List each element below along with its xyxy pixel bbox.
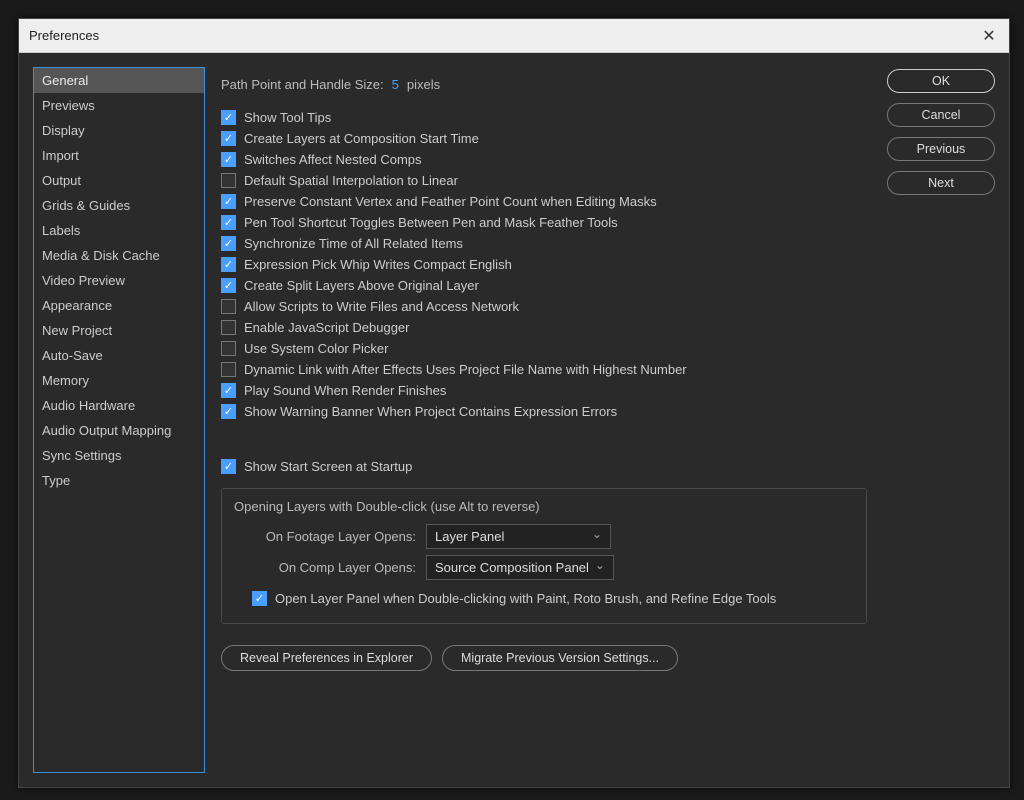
preference-checkbox[interactable]: ✓	[221, 236, 236, 251]
preference-label: Create Layers at Composition Start Time	[244, 131, 479, 146]
preference-checkbox[interactable]	[221, 320, 236, 335]
preference-checkbox[interactable]: ✓	[221, 131, 236, 146]
preference-row: Dynamic Link with After Effects Uses Pro…	[221, 359, 867, 380]
comp-layer-label: On Comp Layer Opens:	[246, 560, 416, 575]
preference-row: Use System Color Picker	[221, 338, 867, 359]
preference-checkbox[interactable]	[221, 299, 236, 314]
sidebar-item-memory[interactable]: Memory	[34, 368, 204, 393]
preference-checkbox[interactable]: ✓	[221, 215, 236, 230]
preference-row: ✓ Create Layers at Composition Start Time	[221, 128, 867, 149]
preference-row: ✓ Switches Affect Nested Comps	[221, 149, 867, 170]
footage-layer-label: On Footage Layer Opens:	[246, 529, 416, 544]
comp-layer-dropdown[interactable]: Source Composition Panel	[426, 555, 614, 580]
reveal-prefs-button[interactable]: Reveal Preferences in Explorer	[221, 645, 432, 671]
ok-button[interactable]: OK	[887, 69, 995, 93]
preference-row: ✓ Preserve Constant Vertex and Feather Po…	[221, 191, 867, 212]
preference-label: Show Tool Tips	[244, 110, 331, 125]
sidebar-item-labels[interactable]: Labels	[34, 218, 204, 243]
sidebar-item-display[interactable]: Display	[34, 118, 204, 143]
preference-label: Preserve Constant Vertex and Feather Poi…	[244, 194, 657, 209]
sidebar-item-type[interactable]: Type	[34, 468, 204, 493]
open-layer-panel-checkbox[interactable]: ✓	[252, 591, 267, 606]
sidebar-item-output[interactable]: Output	[34, 168, 204, 193]
sidebar-item-auto-save[interactable]: Auto-Save	[34, 343, 204, 368]
sidebar-item-appearance[interactable]: Appearance	[34, 293, 204, 318]
preference-label: Dynamic Link with After Effects Uses Pro…	[244, 362, 687, 377]
sidebar-item-audio-output-mapping[interactable]: Audio Output Mapping	[34, 418, 204, 443]
preference-row: ✓ Expression Pick Whip Writes Compact Eng…	[221, 254, 867, 275]
footage-layer-row: On Footage Layer Opens: Layer Panel	[234, 524, 854, 549]
migrate-settings-button[interactable]: Migrate Previous Version Settings...	[442, 645, 678, 671]
settings-column: Path Point and Handle Size: 5 pixels ✓ Sh…	[221, 67, 867, 773]
show-start-screen-checkbox[interactable]: ✓	[221, 459, 236, 474]
main-panel: Path Point and Handle Size: 5 pixels ✓ Sh…	[221, 67, 995, 773]
preference-row: Allow Scripts to Write Files and Access …	[221, 296, 867, 317]
dialog-buttons: OK Cancel Previous Next	[887, 67, 995, 773]
preference-label: Show Warning Banner When Project Contain…	[244, 404, 617, 419]
preferences-window: Preferences ✕ GeneralPreviewsDisplayImpo…	[18, 18, 1010, 788]
preference-checkbox[interactable]: ✓	[221, 257, 236, 272]
preference-row: ✓ Show Warning Banner When Project Contai…	[221, 401, 867, 422]
preference-label: Create Split Layers Above Original Layer	[244, 278, 479, 293]
previous-button[interactable]: Previous	[887, 137, 995, 161]
sidebar-item-video-preview[interactable]: Video Preview	[34, 268, 204, 293]
preference-label: Switches Affect Nested Comps	[244, 152, 422, 167]
sidebar-item-grids-guides[interactable]: Grids & Guides	[34, 193, 204, 218]
preference-label: Enable JavaScript Debugger	[244, 320, 410, 335]
open-layer-panel-label: Open Layer Panel when Double-clicking wi…	[275, 591, 776, 606]
preference-checkbox[interactable]: ✓	[221, 383, 236, 398]
next-button[interactable]: Next	[887, 171, 995, 195]
preference-label: Synchronize Time of All Related Items	[244, 236, 463, 251]
preference-row: ✓ Synchronize Time of All Related Items	[221, 233, 867, 254]
comp-layer-row: On Comp Layer Opens: Source Composition …	[234, 555, 854, 580]
double-click-group-title: Opening Layers with Double-click (use Al…	[234, 499, 854, 514]
sidebar-item-media-disk-cache[interactable]: Media & Disk Cache	[34, 243, 204, 268]
preference-checkbox[interactable]: ✓	[221, 278, 236, 293]
preference-row: ✓ Pen Tool Shortcut Toggles Between Pen a…	[221, 212, 867, 233]
preference-row: ✓ Create Split Layers Above Original Laye…	[221, 275, 867, 296]
preference-checkbox[interactable]: ✓	[221, 152, 236, 167]
preference-checkbox[interactable]: ✓	[221, 194, 236, 209]
footage-layer-dropdown[interactable]: Layer Panel	[426, 524, 611, 549]
window-title: Preferences	[29, 28, 99, 43]
sidebar-item-sync-settings[interactable]: Sync Settings	[34, 443, 204, 468]
preference-label: Pen Tool Shortcut Toggles Between Pen an…	[244, 215, 618, 230]
path-size-row: Path Point and Handle Size: 5 pixels	[221, 67, 867, 92]
show-start-screen-row: ✓ Show Start Screen at Startup	[221, 456, 867, 477]
preference-label: Use System Color Picker	[244, 341, 388, 356]
cancel-button[interactable]: Cancel	[887, 103, 995, 127]
preference-checkbox[interactable]	[221, 362, 236, 377]
preference-label: Default Spatial Interpolation to Linear	[244, 173, 458, 188]
sidebar-item-previews[interactable]: Previews	[34, 93, 204, 118]
open-layer-panel-row: ✓ Open Layer Panel when Double-clicking …	[234, 588, 854, 609]
preference-checkbox[interactable]: ✓	[221, 110, 236, 125]
close-icon[interactable]: ✕	[979, 26, 999, 46]
path-size-label: Path Point and Handle Size:	[221, 77, 384, 92]
preference-label: Expression Pick Whip Writes Compact Engl…	[244, 257, 512, 272]
path-size-unit: pixels	[407, 77, 440, 92]
preference-row: Enable JavaScript Debugger	[221, 317, 867, 338]
preference-label: Allow Scripts to Write Files and Access …	[244, 299, 519, 314]
category-sidebar: GeneralPreviewsDisplayImportOutputGrids …	[33, 67, 205, 773]
preference-row: Default Spatial Interpolation to Linear	[221, 170, 867, 191]
sidebar-item-new-project[interactable]: New Project	[34, 318, 204, 343]
preference-row: ✓ Show Tool Tips	[221, 107, 867, 128]
sidebar-item-import[interactable]: Import	[34, 143, 204, 168]
sidebar-item-audio-hardware[interactable]: Audio Hardware	[34, 393, 204, 418]
show-start-screen-label: Show Start Screen at Startup	[244, 459, 412, 474]
path-size-input[interactable]: 5	[392, 77, 399, 92]
preference-checkbox[interactable]	[221, 341, 236, 356]
titlebar: Preferences ✕	[19, 19, 1009, 53]
preference-checkbox[interactable]	[221, 173, 236, 188]
preference-label: Play Sound When Render Finishes	[244, 383, 446, 398]
double-click-group: Opening Layers with Double-click (use Al…	[221, 488, 867, 624]
preference-checkbox[interactable]: ✓	[221, 404, 236, 419]
sidebar-item-general[interactable]: General	[34, 68, 204, 93]
content-area: GeneralPreviewsDisplayImportOutputGrids …	[19, 53, 1009, 787]
bottom-buttons: Reveal Preferences in Explorer Migrate P…	[221, 645, 867, 671]
preference-row: ✓ Play Sound When Render Finishes	[221, 380, 867, 401]
